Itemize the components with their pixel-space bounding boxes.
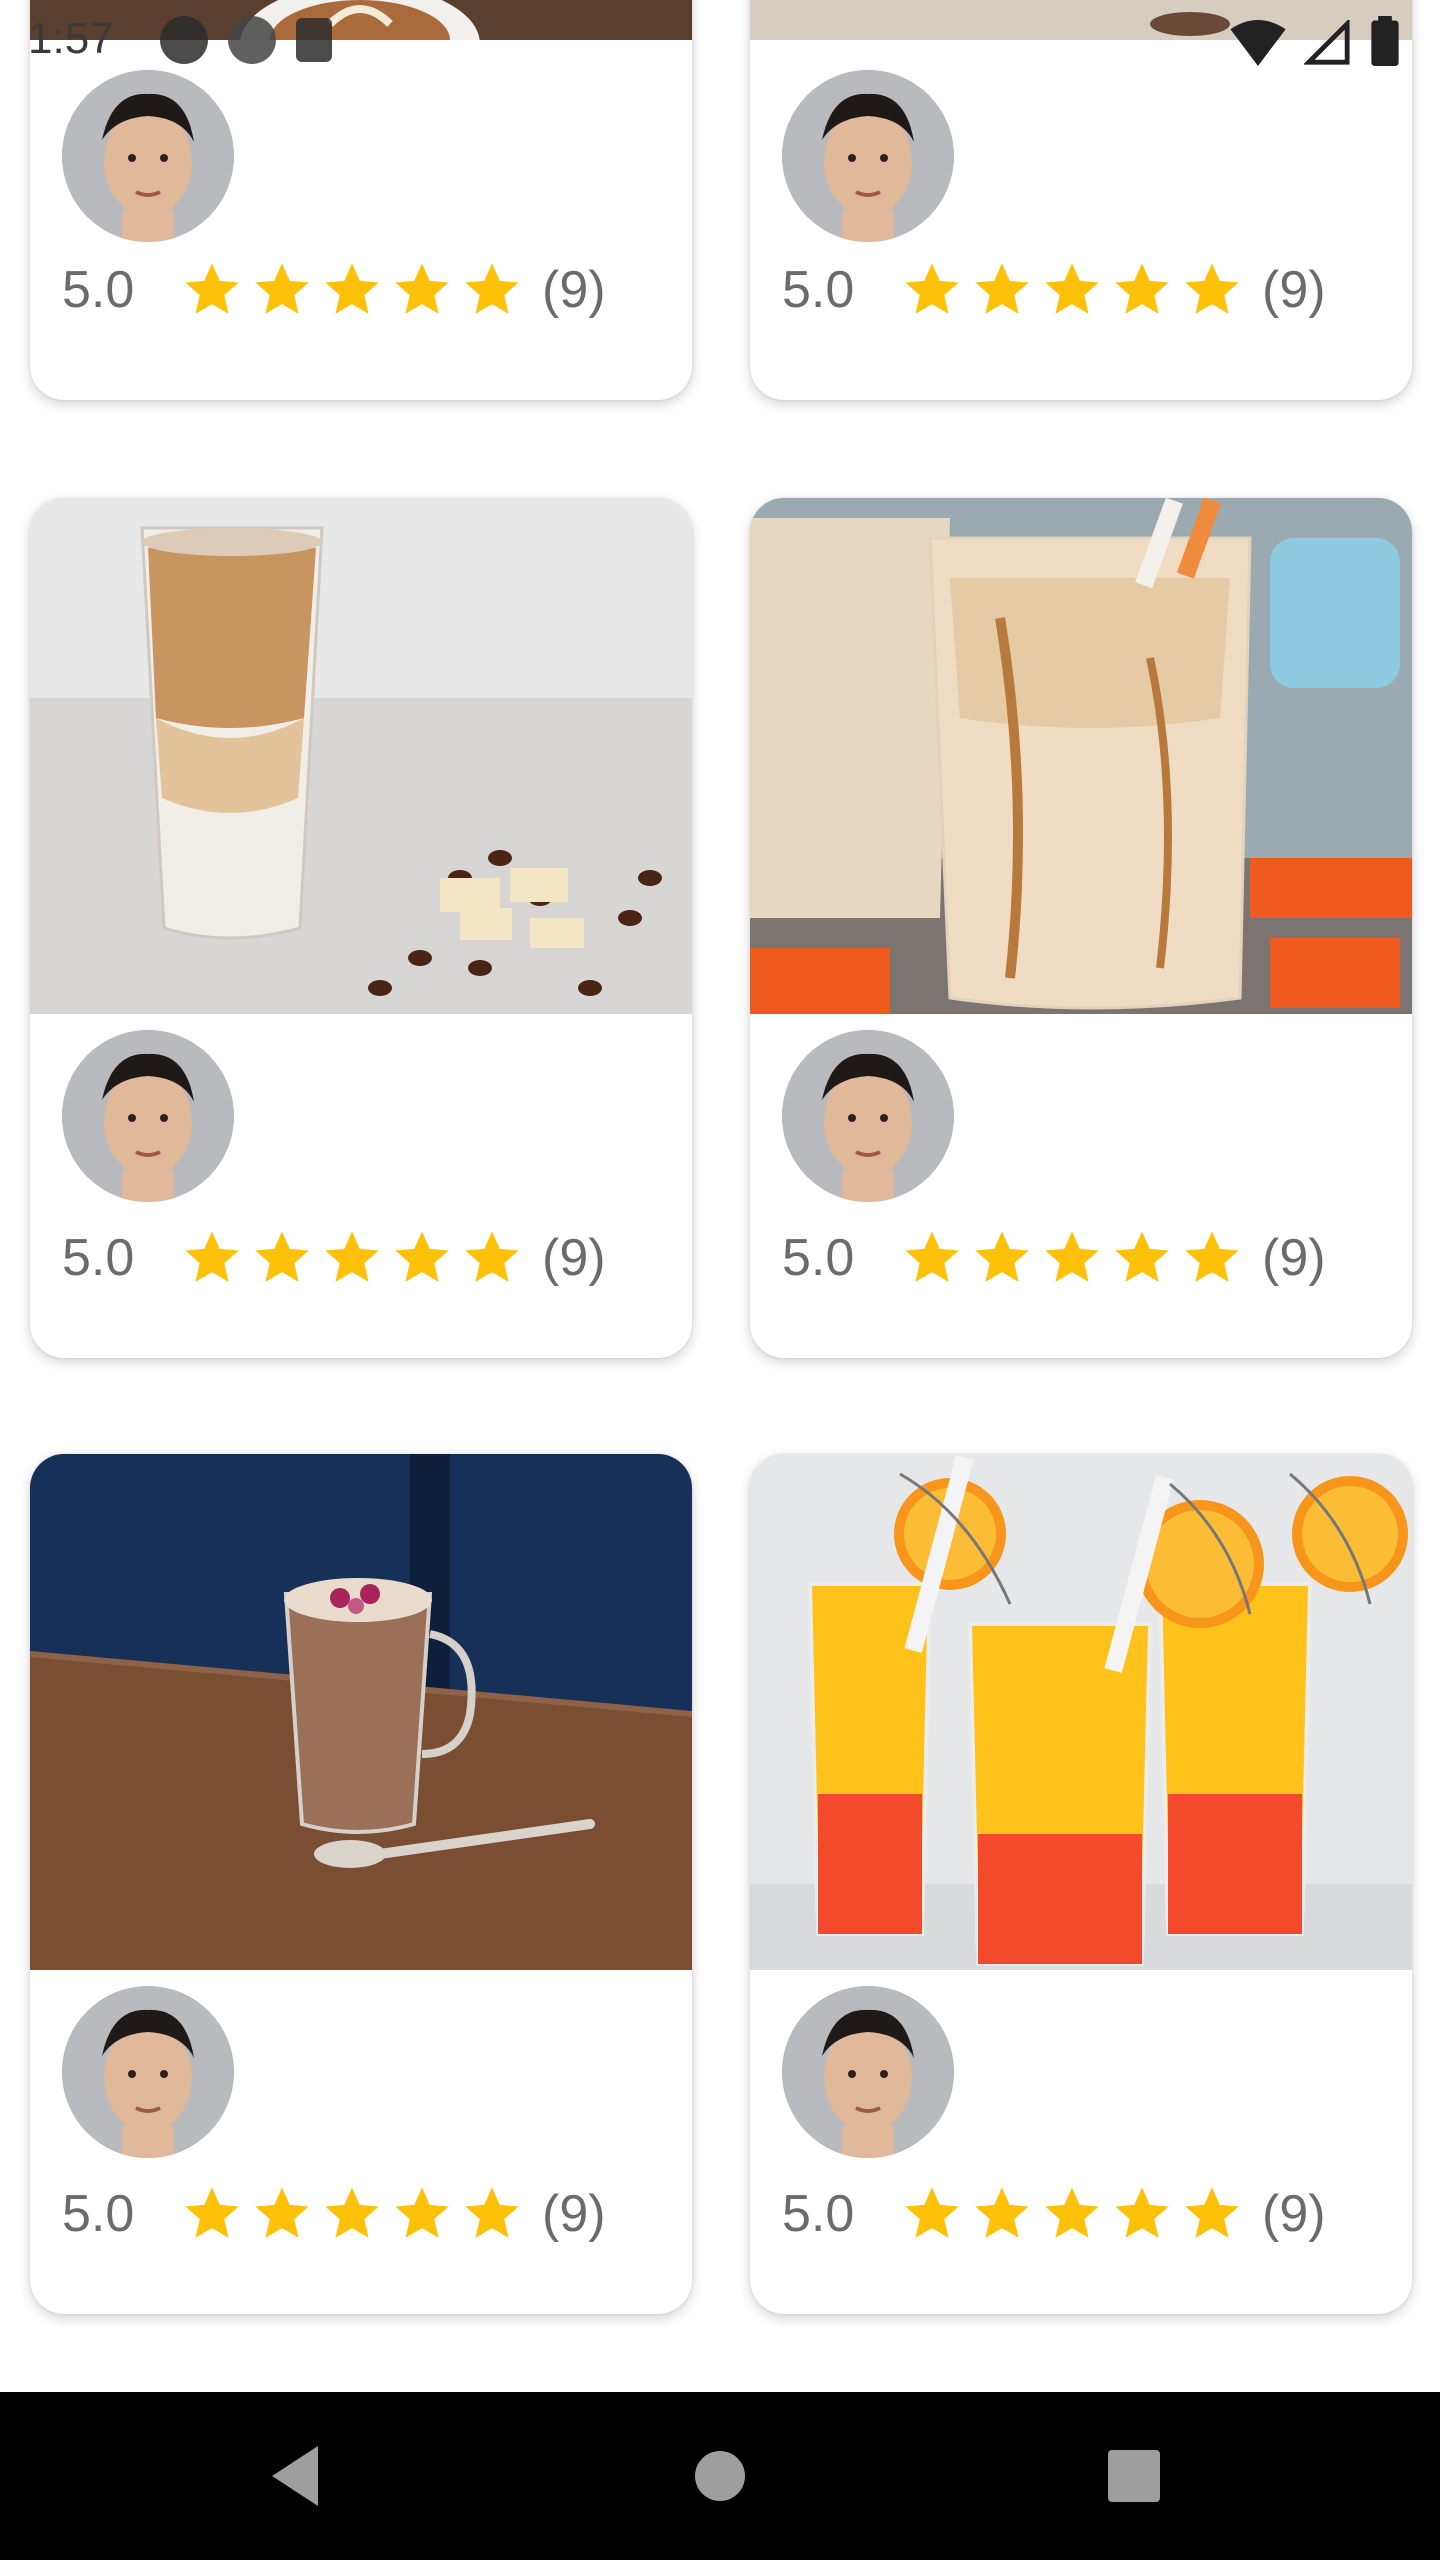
star-icon [395, 1231, 449, 1282]
rating-value: 5.0 [62, 261, 135, 319]
rating-count: (9) [1262, 261, 1326, 319]
star-icon [395, 2187, 449, 2238]
star-icon [325, 263, 379, 314]
drink-image [30, 1454, 692, 1970]
star-icon [1115, 2187, 1169, 2238]
star-icon [465, 263, 519, 314]
drink-image [750, 0, 1412, 40]
star-icon [185, 1231, 239, 1282]
rating-value: 5.0 [782, 2185, 855, 2243]
rating-value: 5.0 [782, 261, 855, 319]
rating-count: (9) [542, 1229, 606, 1287]
star-icon [395, 263, 449, 314]
rating-row: 5.0 (9) [62, 1218, 606, 1298]
star-icon [1045, 263, 1099, 314]
drink-card[interactable]: 5.0 (9) [30, 498, 692, 1358]
star-icon [465, 2187, 519, 2238]
star-icon [1115, 263, 1169, 314]
rating-value: 5.0 [62, 1229, 135, 1287]
home-icon[interactable] [680, 2436, 760, 2516]
star-icon [185, 263, 239, 314]
rating-row: 5.0 (9) [782, 1218, 1326, 1298]
drink-image [30, 0, 692, 40]
avatar[interactable] [782, 1030, 954, 1202]
avatar[interactable] [62, 70, 234, 242]
drink-image [750, 1454, 1412, 1970]
rating-value: 5.0 [782, 1229, 855, 1287]
star-icon [1185, 263, 1239, 314]
drink-card[interactable]: 5.0 (9) [750, 0, 1412, 400]
star-icon [465, 1231, 519, 1282]
star-icon [1045, 2187, 1099, 2238]
star-icon [1045, 1231, 1099, 1282]
rating-count: (9) [1262, 1229, 1326, 1287]
star-icon [255, 263, 309, 314]
rating-value: 5.0 [62, 2185, 135, 2243]
rating-count: (9) [1262, 2185, 1326, 2243]
star-icon [325, 2187, 379, 2238]
star-icon [255, 2187, 309, 2238]
rating-row: 5.0 (9) [62, 2174, 606, 2254]
rating-row: 5.0 (9) [782, 250, 1326, 330]
drink-card[interactable]: 5.0 (9) [30, 0, 692, 400]
rating-row: 5.0 (9) [782, 2174, 1326, 2254]
star-icon [185, 2187, 239, 2238]
star-icon [975, 1231, 1029, 1282]
drink-card[interactable]: 5.0 (9) [30, 1454, 692, 2314]
drink-image [750, 498, 1412, 1014]
rating-count: (9) [542, 2185, 606, 2243]
avatar[interactable] [62, 1986, 234, 2158]
avatar[interactable] [782, 70, 954, 242]
star-rating [900, 1226, 1244, 1290]
rating-count: (9) [542, 261, 606, 319]
star-icon [975, 263, 1029, 314]
drink-image [30, 498, 692, 1014]
navigation-bar [0, 2392, 1440, 2560]
drink-card[interactable]: 5.0 (9) [750, 1454, 1412, 2314]
recents-icon[interactable] [1094, 2436, 1174, 2516]
star-icon [1185, 1231, 1239, 1282]
star-rating [180, 2182, 524, 2246]
star-icon [975, 2187, 1029, 2238]
star-icon [1185, 2187, 1239, 2238]
back-icon[interactable] [260, 2436, 340, 2516]
star-icon [905, 1231, 959, 1282]
star-rating [900, 2182, 1244, 2246]
star-icon [325, 1231, 379, 1282]
avatar[interactable] [782, 1986, 954, 2158]
rating-row: 5.0 (9) [62, 250, 606, 330]
drink-card[interactable]: 5.0 (9) [750, 498, 1412, 1358]
star-icon [905, 263, 959, 314]
avatar[interactable] [62, 1030, 234, 1202]
star-rating [180, 258, 524, 322]
star-icon [1115, 1231, 1169, 1282]
star-rating [900, 258, 1244, 322]
star-rating [180, 1226, 524, 1290]
star-icon [255, 1231, 309, 1282]
star-icon [905, 2187, 959, 2238]
